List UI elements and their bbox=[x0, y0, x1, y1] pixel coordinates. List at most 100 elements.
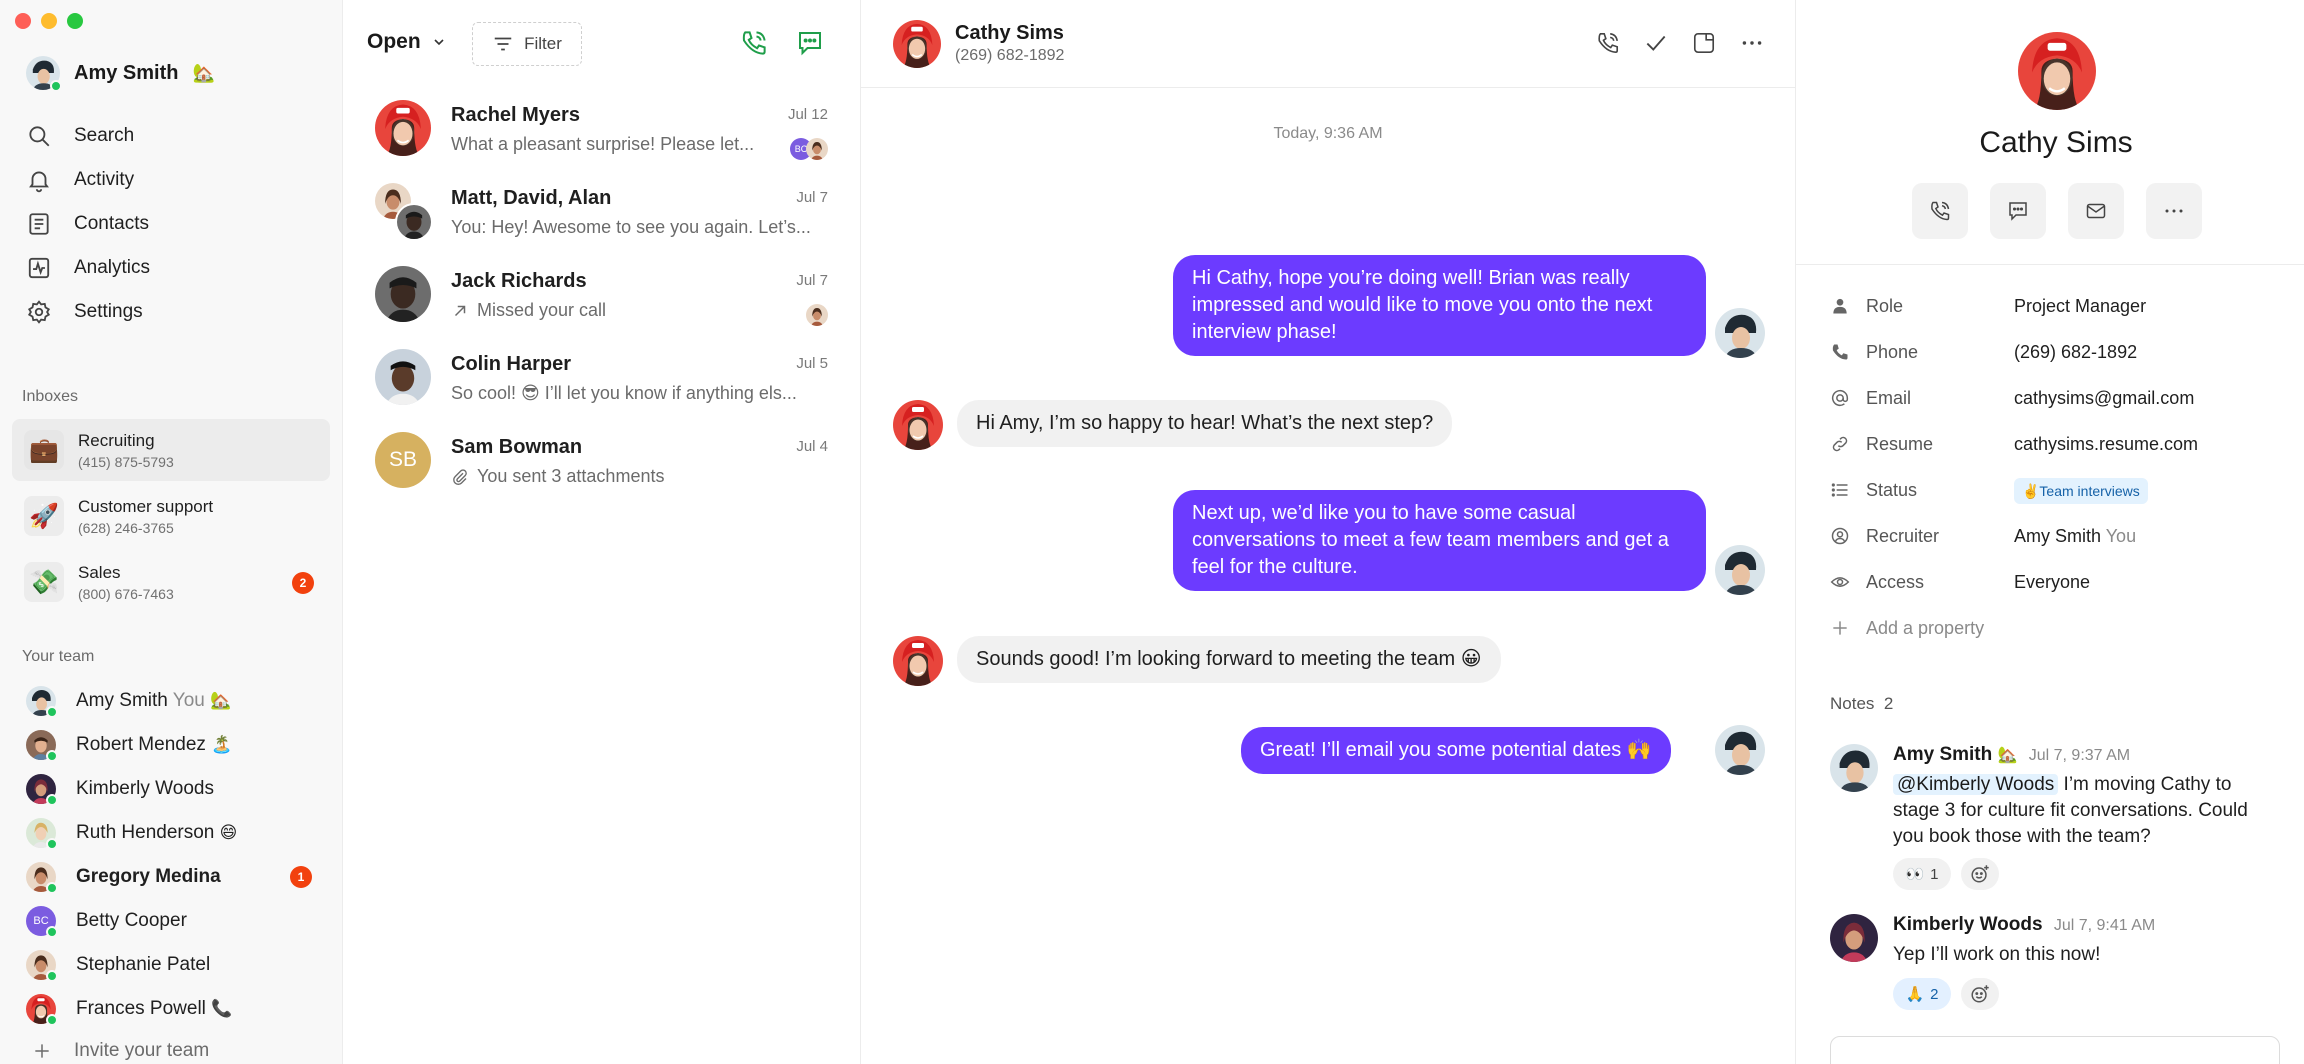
team-member[interactable]: Robert Mendez 🏝️ bbox=[26, 723, 326, 767]
participants bbox=[806, 304, 828, 326]
property-row-status[interactable]: Status ✌️Team interviews bbox=[1830, 467, 2290, 513]
user-circle-icon bbox=[1831, 527, 1849, 545]
phone-call-icon[interactable] bbox=[1595, 30, 1621, 56]
property-key: Email bbox=[1866, 387, 1912, 408]
outgoing-arrow-icon bbox=[454, 305, 466, 316]
close-window-button[interactable] bbox=[15, 13, 31, 29]
team-member[interactable]: Amy Smith You 🏡 bbox=[26, 679, 326, 723]
property-row-role[interactable]: Role Project Manager bbox=[1830, 283, 2290, 329]
more-icon[interactable] bbox=[1739, 30, 1765, 56]
mention-chip[interactable]: @Kimberly Woods bbox=[1893, 774, 2059, 795]
online-indicator bbox=[46, 970, 58, 982]
reaction-chip[interactable]: 🙏 2 bbox=[1893, 978, 1951, 1010]
maximize-window-button[interactable] bbox=[67, 13, 83, 29]
property-row-access[interactable]: Access Everyone bbox=[1830, 559, 2290, 605]
add-emoji-icon bbox=[1971, 865, 1989, 883]
inbox-customer-support[interactable]: 🚀 Customer support (628) 246-3765 bbox=[12, 485, 330, 547]
avatar bbox=[26, 56, 62, 92]
team-member[interactable]: BC Betty Cooper bbox=[26, 899, 326, 943]
property-value: Everyone bbox=[2014, 571, 2091, 592]
list-header: Open Filter bbox=[343, 0, 860, 88]
property-row-phone[interactable]: Phone (269) 682-1892 bbox=[1830, 329, 2290, 375]
avatar bbox=[375, 266, 431, 322]
nav-item-contacts[interactable]: Contacts bbox=[26, 202, 326, 246]
nav-item-activity[interactable]: Activity bbox=[26, 158, 326, 202]
more-icon bbox=[2165, 209, 2183, 213]
status-filter-dropdown[interactable]: Open bbox=[367, 30, 447, 54]
nav-item-label: Activity bbox=[74, 169, 135, 190]
note-header: Amy Smith 🏡 Jul 7, 9:37 AM bbox=[1893, 744, 2130, 766]
property-row-resume[interactable]: Resume cathysims.resume.com bbox=[1830, 421, 2290, 467]
add-property-button[interactable]: Add a property bbox=[1830, 605, 2290, 651]
online-indicator bbox=[46, 926, 58, 938]
filter-button[interactable]: Filter bbox=[472, 22, 582, 66]
email-button[interactable] bbox=[2068, 183, 2124, 239]
conversation-item[interactable]: SB Sam Bowman You sent 3 attachments Jul… bbox=[343, 420, 860, 503]
group-avatar bbox=[375, 183, 433, 241]
conversation-item[interactable]: Colin Harper So cool! 😎 I’ll let you kno… bbox=[343, 337, 860, 420]
call-button[interactable] bbox=[1912, 183, 1968, 239]
team-list: Amy Smith You 🏡 Robert Mendez 🏝️ Kimberl… bbox=[26, 679, 326, 1031]
property-row-recruiter[interactable]: Recruiter Amy Smith You bbox=[1830, 513, 2290, 559]
new-message-button[interactable] bbox=[795, 28, 825, 58]
conversation-item[interactable]: Jack Richards Missed your call Jul 7 bbox=[343, 254, 860, 337]
minimize-window-button[interactable] bbox=[41, 13, 57, 29]
current-user[interactable]: Amy Smith 🏡 bbox=[26, 56, 215, 92]
add-reaction-button[interactable] bbox=[1961, 978, 1999, 1010]
unread-badge: 2 bbox=[292, 572, 314, 594]
property-key: Role bbox=[1866, 295, 1904, 316]
member-emoji: 🏡 bbox=[210, 691, 232, 710]
property-row-email[interactable]: Email cathysims@gmail.com bbox=[1830, 375, 2290, 421]
message-button[interactable] bbox=[1990, 183, 2046, 239]
filter-icon bbox=[494, 37, 512, 51]
new-call-button[interactable] bbox=[739, 28, 769, 58]
property-value: cathysims@gmail.com bbox=[2014, 387, 2195, 408]
status-chip[interactable]: ✌️Team interviews bbox=[2014, 477, 2148, 504]
user-status-emoji: 🏡 bbox=[192, 62, 215, 83]
nav-item-analytics[interactable]: Analytics bbox=[26, 246, 326, 290]
member-emoji: 😄 bbox=[219, 823, 238, 842]
note-header: Kimberly Woods Jul 7, 9:41 AM bbox=[1893, 914, 2155, 936]
team-member[interactable]: Stephanie Patel bbox=[26, 943, 326, 987]
add-reaction-button[interactable] bbox=[1961, 858, 1999, 890]
conversation-item[interactable]: Matt, David, Alan You: Hey! Awesome to s… bbox=[343, 171, 860, 254]
conversation-date: Jul 7 bbox=[796, 189, 828, 206]
bell-icon bbox=[29, 171, 49, 193]
member-name: Amy Smith bbox=[76, 690, 168, 711]
inbox-sales[interactable]: 💸 Sales (800) 676-7463 2 bbox=[12, 551, 330, 613]
note-item: Kimberly Woods Jul 7, 9:41 AM Yep I’ll w… bbox=[1830, 914, 2270, 1014]
reaction-chip[interactable]: 👀 1 bbox=[1893, 858, 1951, 890]
conversation-item[interactable]: Rachel Myers What a pleasant surprise! P… bbox=[343, 88, 860, 171]
avatar bbox=[26, 686, 58, 718]
message-bubble[interactable]: Great! I’ll email you some potential dat… bbox=[1241, 727, 1671, 774]
inbox-recruiting[interactable]: 💼 Recruiting (415) 875-5793 bbox=[12, 419, 330, 481]
checkmark-icon[interactable] bbox=[1643, 30, 1669, 56]
note-composer-input[interactable] bbox=[1830, 1036, 2280, 1064]
unread-badge: 1 bbox=[290, 866, 312, 888]
eye-icon bbox=[1830, 577, 1850, 587]
message-bubble[interactable]: Hi Cathy, hope you’re doing well! Brian … bbox=[1173, 255, 1706, 356]
gear-icon bbox=[27, 300, 51, 324]
nav-item-settings[interactable]: Settings bbox=[26, 290, 326, 334]
conversation-preview: Missed your call bbox=[451, 300, 831, 321]
team-member[interactable]: Ruth Henderson 😄 bbox=[26, 811, 326, 855]
analytics-icon bbox=[28, 257, 50, 279]
team-member[interactable]: Frances Powell 📞 bbox=[26, 987, 326, 1031]
team-member[interactable]: Kimberly Woods bbox=[26, 767, 326, 811]
more-button[interactable] bbox=[2146, 183, 2202, 239]
inbox-number: (800) 676-7463 bbox=[78, 585, 174, 602]
panel-toggle-icon[interactable] bbox=[1691, 30, 1717, 56]
nav-item-label: Search bbox=[74, 125, 135, 146]
message-bubble[interactable]: Next up, we’d like you to have some casu… bbox=[1173, 490, 1706, 591]
property-value: (269) 682-1892 bbox=[2014, 341, 2138, 362]
online-indicator bbox=[46, 794, 58, 806]
nav-item-search[interactable]: Search bbox=[26, 114, 326, 158]
team-member[interactable]: Gregory Medina 1 bbox=[26, 855, 326, 899]
message-bubble[interactable]: Sounds good! I’m looking forward to meet… bbox=[957, 636, 1501, 683]
conversation-preview: You: Hey! Awesome to see you again. Let’… bbox=[451, 217, 811, 237]
note-author: Amy Smith bbox=[1893, 744, 1993, 765]
conversation-preview: You sent 3 attachments bbox=[451, 466, 831, 487]
message-bubble[interactable]: Hi Amy, I’m so happy to hear! What’s the… bbox=[957, 400, 1453, 447]
invite-team-button[interactable]: Invite your team bbox=[32, 1040, 209, 1062]
conversation-name: Sam Bowman bbox=[451, 436, 583, 458]
